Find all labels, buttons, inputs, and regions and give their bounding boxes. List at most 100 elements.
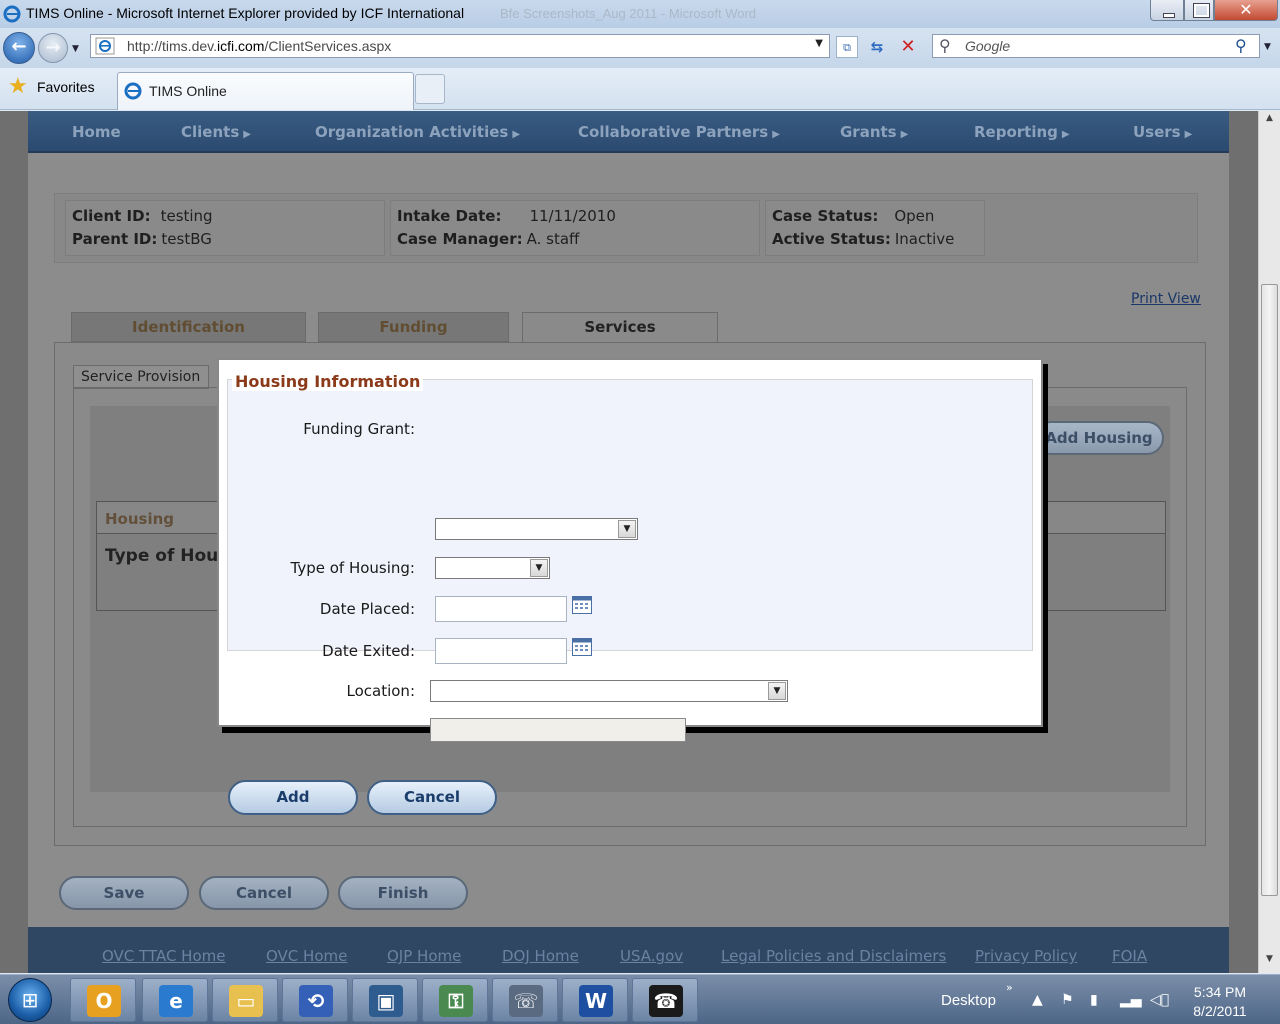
housing-information-dialog: Housing Information Funding Grant: ▼ Typ… bbox=[217, 358, 1043, 815]
power-icon[interactable]: ▮ bbox=[1090, 992, 1098, 1008]
footer-link-foia[interactable]: FOIA bbox=[1112, 947, 1147, 965]
toolbar-expand-icon[interactable]: » bbox=[1006, 981, 1013, 994]
scroll-down-icon[interactable]: ▼ bbox=[1261, 954, 1278, 971]
subtab-service-provision[interactable]: Service Provision bbox=[73, 365, 209, 389]
date-placed-calendar-icon[interactable] bbox=[572, 596, 592, 614]
taskbar-voip[interactable]: ☎ bbox=[632, 978, 698, 1022]
taskbar-explorer[interactable]: ▭ bbox=[212, 978, 278, 1022]
modal-cancel-button[interactable]: Cancel bbox=[367, 780, 497, 815]
client-id-row: Client ID: testing bbox=[72, 207, 213, 225]
nav-home[interactable]: Home bbox=[72, 123, 121, 141]
nav-collaborative-partners[interactable]: Collaborative Partners ▶ bbox=[578, 123, 780, 141]
date-exited-label: Date Exited: bbox=[322, 642, 415, 660]
date-exited-input[interactable] bbox=[435, 638, 567, 664]
show-hidden-icons[interactable]: ▲ bbox=[1032, 992, 1043, 1008]
chevron-right-icon: ▶ bbox=[772, 129, 780, 140]
windows-logo-icon: ⊞ bbox=[21, 988, 39, 1012]
history-dropdown-icon[interactable]: ▼ bbox=[72, 44, 79, 54]
nav-users[interactable]: Users ▶ bbox=[1133, 123, 1192, 141]
tab-identification[interactable]: Identification bbox=[71, 312, 306, 342]
add-button[interactable]: Add bbox=[228, 780, 358, 815]
scroll-up-icon[interactable]: ▲ bbox=[1261, 113, 1278, 130]
desktop-toolbar-label[interactable]: Desktop bbox=[941, 992, 996, 1009]
taskbar-communicator[interactable]: ⟲ bbox=[282, 978, 348, 1022]
nav-clients[interactable]: Clients ▶ bbox=[181, 123, 251, 141]
add-housing-button[interactable]: Add Housing bbox=[1034, 421, 1164, 455]
taskbar-users-lock[interactable]: ⚿ bbox=[422, 978, 488, 1022]
search-options-icon[interactable]: ▼ bbox=[1264, 42, 1271, 52]
action-center-flag-icon[interactable]: ⚑ bbox=[1061, 992, 1074, 1008]
footer-link-privacy-policy[interactable]: Privacy Policy bbox=[975, 947, 1077, 965]
favorites-label: Favorites bbox=[37, 79, 95, 95]
volume-muted-icon[interactable]: ◁⃠ bbox=[1150, 992, 1169, 1008]
case-manager-value: A. staff bbox=[526, 230, 580, 248]
intake-cell: Intake Date: 11/11/2010 Case Manager: A. s… bbox=[390, 200, 760, 256]
chevron-down-icon[interactable]: ▼ bbox=[530, 559, 548, 577]
date-exited-calendar-icon[interactable] bbox=[572, 638, 592, 656]
address-dropdown-icon[interactable]: ▼ bbox=[815, 38, 823, 49]
stop-icon[interactable]: ✕ bbox=[897, 36, 919, 58]
system-clock[interactable]: 5:34 PM 8/2/2011 bbox=[1180, 983, 1260, 1021]
taskbar-phone[interactable]: ☏ bbox=[492, 978, 558, 1022]
background-window-title: Bfe Screenshots_Aug 2011 - Microsoft Wor… bbox=[500, 6, 757, 21]
taskbar-word[interactable]: W bbox=[562, 978, 628, 1022]
close-window-button[interactable]: ✕ bbox=[1214, 0, 1278, 21]
active-status-value: Inactive bbox=[894, 230, 955, 248]
phone-icon: ☏ bbox=[509, 985, 543, 1017]
forward-button[interactable]: → bbox=[38, 33, 68, 63]
print-view-link[interactable]: Print View bbox=[1131, 291, 1201, 307]
funding-grant-select[interactable]: ▼ bbox=[435, 518, 638, 540]
taskbar-internet-explorer[interactable]: e bbox=[142, 978, 208, 1022]
taskbar-outlook[interactable]: O bbox=[70, 978, 136, 1022]
maximize-button[interactable] bbox=[1184, 0, 1214, 21]
save-button[interactable]: Save bbox=[59, 876, 189, 910]
chevron-right-icon: ▶ bbox=[1061, 129, 1070, 140]
forward-arrow-icon: → bbox=[45, 37, 61, 58]
nav-grants[interactable]: Grants ▶ bbox=[840, 123, 908, 141]
footer-link-ojp-home[interactable]: OJP Home bbox=[387, 947, 461, 965]
vertical-scrollbar[interactable]: ▲ ▼ bbox=[1258, 111, 1280, 973]
address-toolbar: ← → ▼ http://tims.dev.icfi.com/ClientSer… bbox=[0, 28, 1280, 68]
nav-organization-activities[interactable]: Organization Activities ▶ bbox=[315, 123, 520, 141]
new-tab-button[interactable] bbox=[415, 74, 445, 104]
nav-reporting[interactable]: Reporting ▶ bbox=[974, 123, 1070, 141]
network-icon[interactable]: ▂▄ bbox=[1120, 992, 1142, 1008]
intake-date-value: 11/11/2010 bbox=[529, 207, 616, 225]
case-manager-label: Case Manager: bbox=[397, 230, 523, 248]
footer-link-ovc-home[interactable]: OVC Home bbox=[266, 947, 347, 965]
chevron-down-icon[interactable]: ▼ bbox=[618, 520, 636, 538]
tab-services[interactable]: Services bbox=[522, 312, 718, 342]
type-of-housing-select[interactable]: ▼ bbox=[435, 557, 550, 579]
chevron-down-icon[interactable]: ▼ bbox=[768, 682, 786, 700]
finish-button[interactable]: Finish bbox=[338, 876, 468, 910]
taskbar: ⊞ O e ▭ ⟲ ▣ ⚿ ☏ W ☎ Desktop » ▲ ⚑ ▮ ▂▄ ◁… bbox=[0, 974, 1280, 1024]
footer-link-legal-policies[interactable]: Legal Policies and Disclaimers bbox=[721, 947, 946, 965]
communicator-icon: ⟲ bbox=[299, 985, 333, 1017]
search-icon[interactable]: ⚲ bbox=[1235, 36, 1247, 55]
footer-link-usa-gov[interactable]: USA.gov bbox=[620, 947, 683, 965]
back-button[interactable]: ← bbox=[3, 32, 35, 64]
browser-tab[interactable]: TIMS Online bbox=[117, 72, 414, 110]
refresh-icon[interactable]: ⇆ bbox=[866, 36, 888, 58]
tab-funding[interactable]: Funding bbox=[318, 312, 509, 342]
start-button[interactable]: ⊞ bbox=[8, 978, 52, 1022]
active-status-row: Active Status: Inactive bbox=[772, 230, 954, 248]
footer-link-ovc-ttac-home[interactable]: OVC TTAC Home bbox=[102, 947, 225, 965]
users-lock-icon: ⚿ bbox=[439, 985, 473, 1017]
address-bar[interactable]: http://tims.dev.icfi.com/ClientServices.… bbox=[90, 34, 830, 58]
page-viewport: Home Clients ▶ Organization Activities ▶ C… bbox=[0, 111, 1258, 973]
date-placed-input[interactable] bbox=[435, 596, 567, 622]
taskbar-remote-desktop[interactable]: ▣ bbox=[352, 978, 418, 1022]
clock-time: 5:34 PM bbox=[1193, 984, 1247, 1000]
back-arrow-icon: ← bbox=[11, 36, 27, 57]
case-status-label: Case Status: bbox=[772, 207, 879, 225]
footer-link-doj-home[interactable]: DOJ Home bbox=[502, 947, 579, 965]
intake-date-label: Intake Date: bbox=[397, 207, 502, 225]
search-input[interactable]: ⚲ Google ⚲ bbox=[932, 34, 1260, 58]
compatibility-view-icon[interactable]: ⧉ bbox=[836, 36, 858, 58]
cancel-button[interactable]: Cancel bbox=[199, 876, 329, 910]
scrollbar-thumb[interactable] bbox=[1261, 284, 1278, 896]
search-provider-icon: ⚲ bbox=[939, 36, 951, 55]
location-select[interactable]: ▼ bbox=[430, 680, 788, 702]
minimize-button[interactable] bbox=[1150, 0, 1184, 21]
